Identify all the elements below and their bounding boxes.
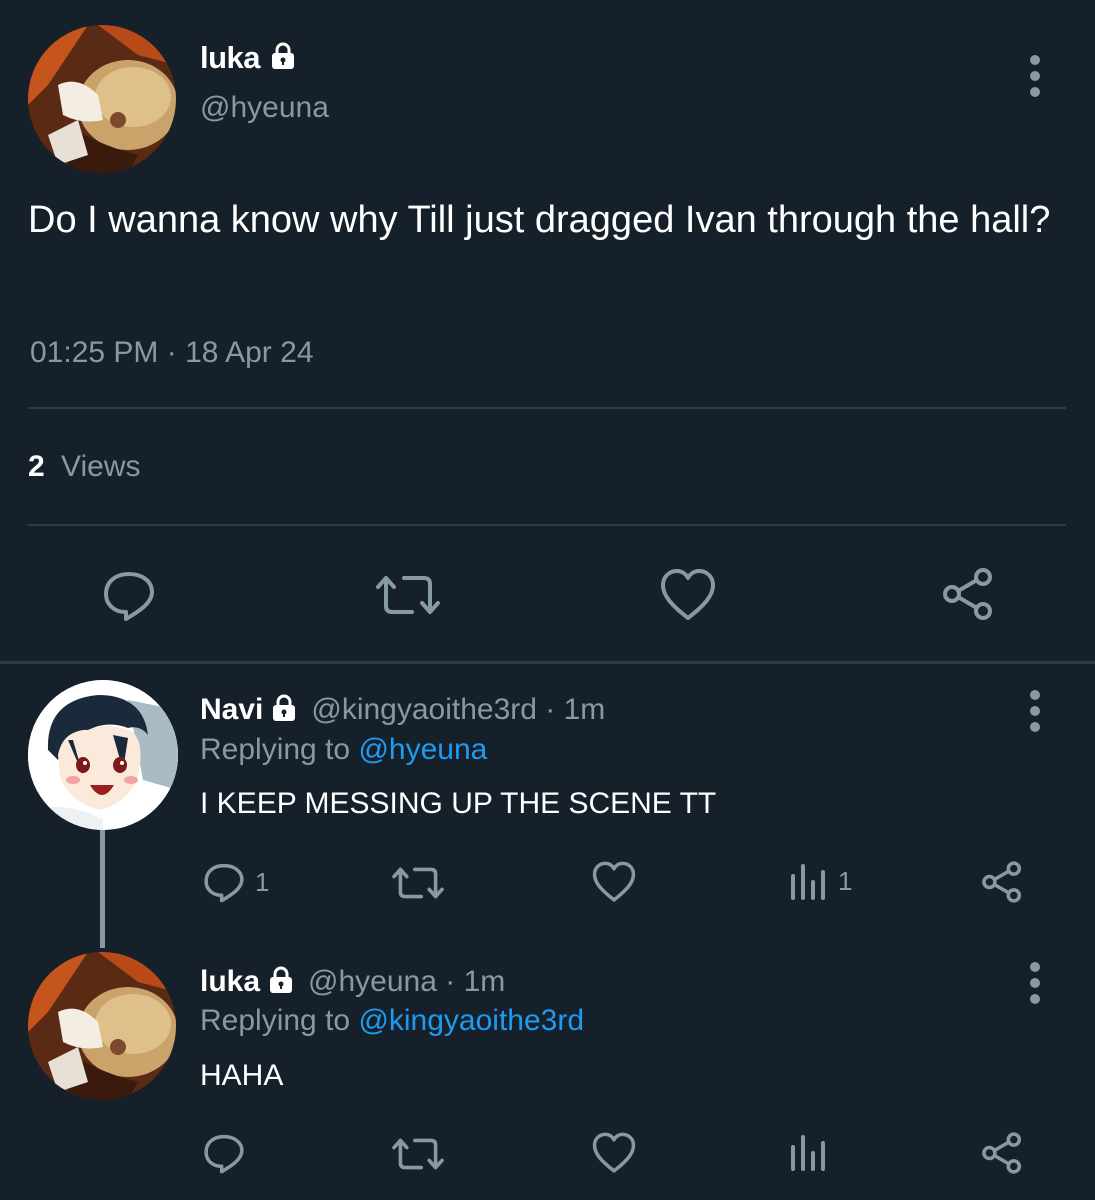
share-icon[interactable] (980, 860, 1024, 904)
avatar-luka[interactable] (28, 25, 176, 173)
reply-icon[interactable]: 1 (203, 861, 269, 903)
handle[interactable]: @hyeuna (200, 91, 329, 125)
more-options-icon[interactable] (1029, 962, 1041, 1010)
reply-icon[interactable] (102, 568, 156, 622)
replying-to-link[interactable]: @kingyaoithe3rd (358, 1004, 584, 1037)
lock-icon (266, 965, 296, 1000)
divider (28, 407, 1066, 409)
thread-line (100, 830, 105, 948)
lock-icon (268, 41, 298, 76)
avatar-navi[interactable] (28, 680, 178, 830)
replying-prefix: Replying to (200, 1004, 351, 1037)
views-icon[interactable]: 1 (790, 862, 852, 900)
handle-time[interactable]: @hyeuna · 1m (308, 965, 505, 999)
like-icon[interactable] (592, 1132, 636, 1174)
replying-prefix: Replying to (200, 733, 351, 766)
handle-time[interactable]: @kingyaoithe3rd · 1m (311, 693, 605, 727)
retweet-icon[interactable] (376, 570, 440, 620)
like-icon[interactable] (592, 861, 636, 903)
reply-text: I KEEP MESSING UP THE SCENE TT (200, 787, 717, 820)
retweet-icon[interactable] (392, 1134, 444, 1174)
lock-icon (269, 693, 299, 728)
share-icon[interactable] (980, 1131, 1024, 1175)
avatar-luka[interactable] (28, 952, 176, 1100)
section-divider (0, 661, 1095, 664)
replying-to-link[interactable]: @hyeuna (358, 733, 487, 766)
retweet-icon[interactable] (392, 863, 444, 903)
display-name[interactable]: Navi (200, 693, 263, 727)
share-icon[interactable] (940, 566, 996, 622)
display-name[interactable]: luka (200, 40, 261, 76)
more-options-icon[interactable] (1029, 55, 1041, 103)
views-count: 1 (838, 865, 853, 896)
more-options-icon[interactable] (1029, 690, 1041, 738)
tweet-text: Do I wanna know why Till just dragged Iv… (28, 199, 1051, 241)
reply-text: HAHA (200, 1059, 284, 1092)
reply-count: 1 (255, 866, 270, 897)
timestamp[interactable]: 01:25 PM · 18 Apr 24 (30, 336, 314, 370)
reply-icon[interactable] (203, 1132, 245, 1174)
divider (28, 524, 1066, 526)
views-icon[interactable] (790, 1133, 826, 1171)
views-label: Views (61, 450, 141, 483)
display-name[interactable]: luka (200, 965, 260, 999)
views-count: 2 (28, 450, 45, 483)
like-icon[interactable] (660, 568, 716, 622)
